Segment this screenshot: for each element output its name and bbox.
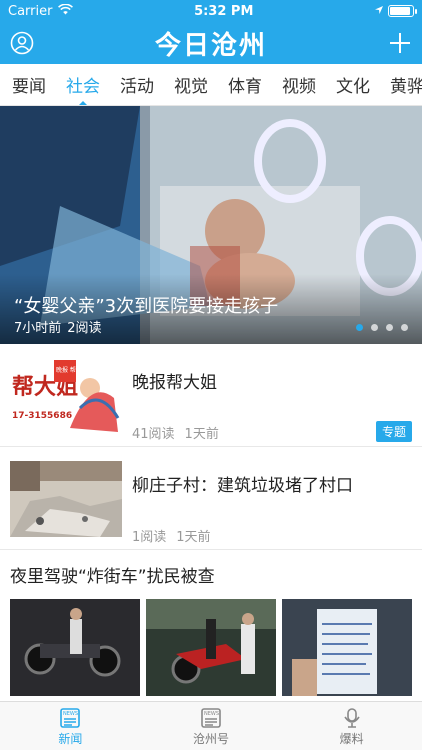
hero-meta: 7小时前 2阅读 xyxy=(14,317,108,336)
bottom-tab-bar: NEWS 新闻 NEWS 沧州号 爆料 xyxy=(0,701,422,750)
top-bar: Carrier 5:32 PM 今日沧州 xyxy=(0,0,422,64)
app-header: 今日沧州 xyxy=(0,22,422,64)
tab-6[interactable]: 文化 xyxy=(336,64,370,105)
thumb-phone-text: 17-3155686 xyxy=(12,411,72,421)
gallery-photos xyxy=(10,599,412,696)
list-item[interactable]: 柳庄子村：建筑垃圾堵了村口 1阅读 1天前 xyxy=(0,447,422,550)
news-icon: NEWS xyxy=(59,706,81,730)
gallery-item[interactable]: 夜里驾驶“炸街车”扰民被查 xyxy=(0,550,422,696)
clock: 5:32 PM xyxy=(194,3,254,19)
carousel-dot[interactable] xyxy=(386,324,393,331)
tab-1[interactable]: 社会 xyxy=(66,64,100,105)
bottom-tab-2[interactable]: 爆料 xyxy=(281,702,422,750)
article-reads: 41阅读 xyxy=(132,427,175,442)
topic-badge[interactable]: 专题 xyxy=(375,421,412,442)
tab-0[interactable]: 要闻 xyxy=(12,64,46,105)
article-meta: 1阅读 1天前 xyxy=(132,526,221,545)
news-icon: NEWS xyxy=(200,706,222,730)
gallery-photo xyxy=(10,599,140,696)
gallery-photo xyxy=(146,599,276,696)
user-circle-icon[interactable] xyxy=(8,29,36,57)
hero-carousel[interactable]: “女婴父亲”3次到医院要接走孩子 7小时前 2阅读 xyxy=(0,106,422,344)
bottom-tab-0[interactable]: NEWS 新闻 xyxy=(0,702,141,750)
app-title: 今日沧州 xyxy=(154,30,267,61)
carousel-dots xyxy=(356,324,408,331)
battery-icon xyxy=(387,5,417,17)
article-thumbnail xyxy=(10,461,122,537)
hero-time: 7小时前 xyxy=(14,321,62,336)
tab-3[interactable]: 视觉 xyxy=(174,64,208,105)
carousel-dot[interactable] xyxy=(371,324,378,331)
carousel-dot[interactable] xyxy=(356,324,363,331)
gallery-title: 夜里驾驶“炸街车”扰民被查 xyxy=(10,567,215,587)
tab-5[interactable]: 视频 xyxy=(282,64,316,105)
hero-reads: 2阅读 xyxy=(67,321,102,336)
bottom-tab-1[interactable]: NEWS 沧州号 xyxy=(141,702,282,750)
thumb-stamp-text: 晚报 帮大姐 xyxy=(56,366,88,374)
carousel-dot[interactable] xyxy=(401,324,408,331)
bottom-tab-label: 爆料 xyxy=(339,731,364,746)
article-title: 柳庄子村：建筑垃圾堵了村口 xyxy=(132,476,353,496)
bottom-tab-label: 新闻 xyxy=(58,731,83,746)
microphone-icon xyxy=(341,706,363,730)
svg-text:NEWS: NEWS xyxy=(204,711,219,717)
carrier-label: Carrier xyxy=(8,3,53,19)
plus-icon[interactable] xyxy=(386,29,414,57)
gallery-photo xyxy=(282,599,412,696)
article-title: 晚报帮大姐 xyxy=(132,373,217,393)
location-icon xyxy=(374,4,384,19)
wifi-icon xyxy=(58,3,74,19)
article-meta: 41阅读 1天前 xyxy=(132,423,229,442)
status-bar: Carrier 5:32 PM xyxy=(0,0,422,22)
tab-7[interactable]: 黄骅 xyxy=(390,64,422,105)
article-thumbnail: 帮大姐 17-3155686 晚报 帮大姐 xyxy=(10,358,122,434)
svg-text:NEWS: NEWS xyxy=(63,711,78,717)
tab-4[interactable]: 体育 xyxy=(228,64,262,105)
article-reads: 1阅读 xyxy=(132,530,167,545)
tab-2[interactable]: 活动 xyxy=(120,64,154,105)
hero-title[interactable]: “女婴父亲”3次到医院要接走孩子 xyxy=(14,292,278,318)
article-time: 1天前 xyxy=(184,427,219,442)
article-time: 1天前 xyxy=(176,530,211,545)
bottom-tab-label: 沧州号 xyxy=(193,731,230,746)
category-tabs: 要闻 社会 活动 视觉 体育 视频 文化 黄骅 xyxy=(0,64,422,106)
list-item[interactable]: 帮大姐 17-3155686 晚报 帮大姐 晚报帮大姐 41阅读 1天前 专题 xyxy=(0,344,422,447)
